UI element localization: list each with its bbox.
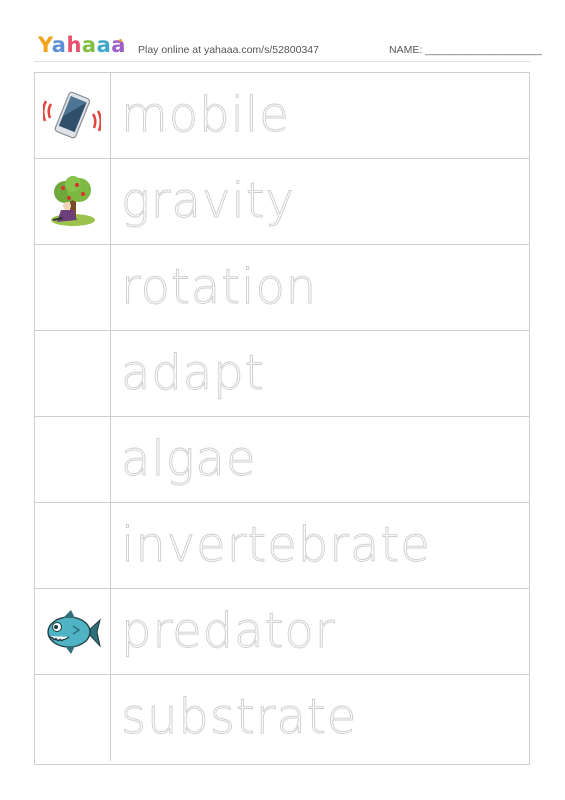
apple-tree-icon <box>51 176 95 226</box>
picture-cell <box>35 503 111 588</box>
trace-word: substrate <box>121 689 358 746</box>
picture-cell <box>35 245 111 330</box>
logo-letter: h <box>66 33 82 57</box>
picture-cell <box>35 73 111 158</box>
logo-letter: a <box>81 33 97 57</box>
trace-word: predator <box>121 603 336 660</box>
sparkle-icon <box>119 39 122 42</box>
site-link[interactable]: Play online at yahaaa.com/s/52800347 <box>138 44 319 56</box>
worksheet-row: mobile <box>35 73 529 159</box>
logo-letter: Y <box>38 33 52 57</box>
worksheet-row: rotation <box>35 245 529 331</box>
worksheet-header: Yahaaa Play online at yahaaa.com/s/52800… <box>0 0 565 62</box>
logo-letter: a <box>51 33 67 57</box>
worksheet-row: substrate <box>35 675 529 761</box>
picture-cell <box>35 675 111 761</box>
trace-word: algae <box>121 431 257 488</box>
mobile-phone-icon <box>43 91 101 139</box>
name-field[interactable]: NAME: ____________________ <box>389 44 542 56</box>
worksheet-row: predator <box>35 589 529 675</box>
worksheet-row: invertebrate <box>35 503 529 589</box>
header-divider <box>34 61 531 62</box>
picture-cell <box>35 589 111 674</box>
logo-letter: a <box>96 33 112 57</box>
yahaaa-logo[interactable]: Yahaaa <box>38 32 126 58</box>
trace-word: gravity <box>121 173 295 230</box>
trace-word: rotation <box>121 259 318 316</box>
trace-word: invertebrate <box>121 517 431 574</box>
tracing-grid: mobile gravity rotation adapt algae inve… <box>34 72 530 765</box>
worksheet-row: adapt <box>35 331 529 417</box>
worksheet-row: gravity <box>35 159 529 245</box>
picture-cell <box>35 417 111 502</box>
piranha-fish-icon <box>47 610 101 654</box>
logo-letter: a <box>111 33 126 57</box>
worksheet-row: algae <box>35 417 529 503</box>
trace-word: adapt <box>121 345 265 402</box>
picture-cell <box>35 331 111 416</box>
picture-cell <box>35 159 111 244</box>
trace-word: mobile <box>121 87 290 144</box>
